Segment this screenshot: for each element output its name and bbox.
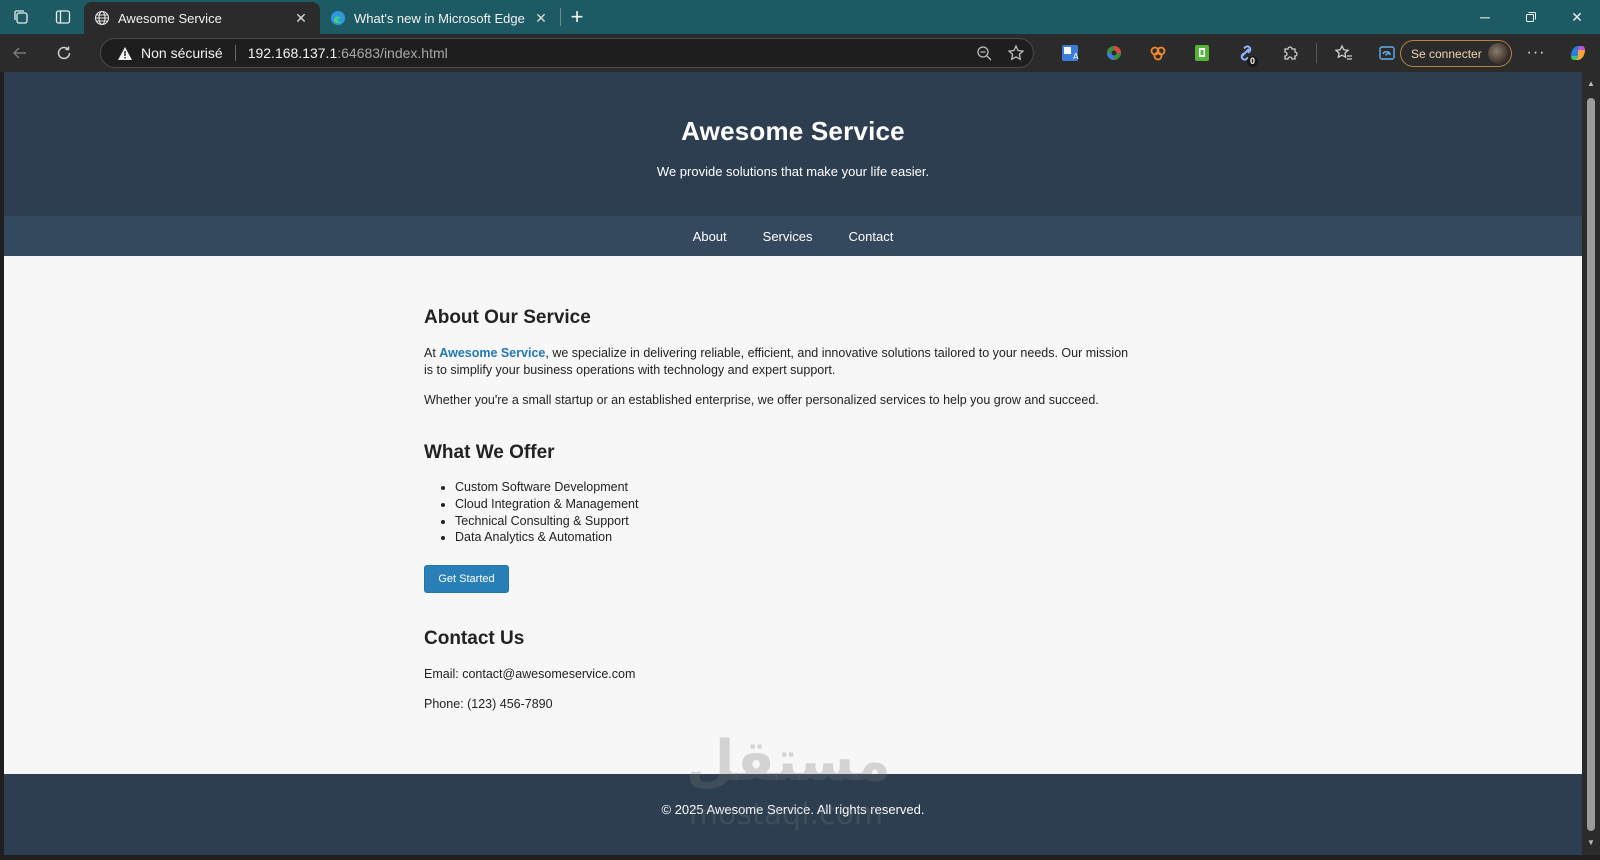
browser-toolbar: Non sécurisé 192.168.137.1:64683/index.h… — [0, 34, 1600, 72]
favorites-button[interactable] — [1321, 34, 1365, 72]
extension-badge: 0 — [1246, 56, 1258, 67]
close-icon: ✕ — [1571, 8, 1583, 25]
page-viewport: Awesome Service We provide solutions tha… — [4, 72, 1582, 855]
about-text-prefix: At — [424, 346, 440, 360]
favorite-star-icon[interactable] — [1007, 44, 1025, 62]
minimize-button[interactable]: ─ — [1462, 0, 1508, 34]
translate-icon: A — [1062, 45, 1079, 61]
vertical-tabs-button[interactable] — [42, 0, 84, 34]
tab-whats-new-edge[interactable]: What's new in Microsoft Edge ✕ — [320, 2, 560, 34]
new-tab-button[interactable]: + — [561, 1, 593, 33]
extensions-button[interactable] — [1268, 34, 1312, 72]
close-window-button[interactable]: ✕ — [1554, 0, 1600, 34]
list-item: Data Analytics & Automation — [455, 529, 638, 546]
site-header: Awesome Service We provide solutions tha… — [4, 72, 1582, 216]
scroll-up-icon[interactable]: ▲ — [1586, 78, 1596, 88]
copilot-icon — [1571, 46, 1585, 60]
list-item: Technical Consulting & Support — [455, 513, 638, 530]
back-arrow-icon — [12, 47, 26, 59]
nav-link-contact[interactable]: Contact — [849, 229, 894, 244]
link-extension[interactable]: 0 — [1224, 34, 1268, 72]
tab-strip: Awesome Service ✕ What's new in Microsof… — [0, 0, 1600, 34]
footer-text: © 2025 Awesome Service. All rights reser… — [661, 802, 925, 817]
back-button[interactable] — [0, 34, 40, 72]
workspaces-icon — [14, 10, 28, 24]
address-separator — [234, 45, 236, 61]
extensions-puzzle-icon — [1284, 46, 1298, 60]
edge-collections-icon — [1379, 46, 1395, 60]
extensions-row: A 0 — [1048, 34, 1409, 72]
avatar — [1488, 43, 1509, 64]
close-tab-icon[interactable]: ✕ — [292, 9, 310, 27]
contact-phone: Phone: (123) 456-7890 — [424, 697, 553, 711]
more-icon: ··· — [1526, 44, 1546, 61]
plus-icon: + — [570, 4, 584, 29]
green-extension[interactable] — [1180, 34, 1224, 72]
window-controls: ─ ✕ — [1462, 0, 1600, 34]
workspaces-button[interactable] — [0, 0, 42, 34]
orange-extension[interactable] — [1136, 34, 1180, 72]
scroll-thumb[interactable] — [1587, 98, 1595, 831]
close-tab-icon[interactable]: ✕ — [532, 9, 550, 27]
minimize-icon: ─ — [1480, 9, 1490, 25]
tab-actions-icon — [55, 10, 71, 24]
security-label[interactable]: Non sécurisé — [141, 45, 223, 61]
site-nav: About Services Contact — [4, 216, 1582, 256]
sign-in-label: Se connecter — [1411, 46, 1482, 61]
edge-logo-icon — [331, 11, 345, 25]
scroll-down-icon[interactable]: ▼ — [1586, 837, 1596, 847]
tab-title: Awesome Service — [118, 10, 222, 26]
list-item: Custom Software Development — [455, 479, 638, 496]
refresh-button[interactable] — [44, 34, 84, 72]
zoom-out-icon[interactable] — [976, 45, 993, 62]
translate-extension[interactable]: A — [1048, 34, 1092, 72]
nav-link-services[interactable]: Services — [763, 229, 813, 244]
contact-email: Email: contact@awesomeservice.com — [424, 667, 636, 681]
address-bar-icons — [976, 39, 1025, 67]
services-list: Custom Software Development Cloud Integr… — [455, 479, 638, 546]
url-path: :64683/index.html — [337, 45, 448, 61]
settings-more-button[interactable]: ··· — [1520, 34, 1552, 72]
get-started-button[interactable]: Get Started — [424, 565, 509, 593]
restore-icon — [1526, 12, 1536, 22]
restore-button[interactable] — [1508, 0, 1554, 34]
about-heading: About Our Service — [424, 307, 591, 328]
tab-title: What's new in Microsoft Edge — [354, 10, 525, 26]
sign-in-button[interactable]: Se connecter — [1400, 40, 1512, 67]
colorful-extension[interactable] — [1092, 34, 1136, 72]
services-heading: What We Offer — [424, 442, 555, 463]
copilot-button[interactable] — [1560, 34, 1596, 72]
site-footer: © 2025 Awesome Service. All rights reser… — [4, 774, 1582, 855]
list-item: Cloud Integration & Management — [455, 496, 638, 513]
vertical-scrollbar[interactable]: ▲ ▼ — [1582, 72, 1600, 855]
palette-icon — [1107, 46, 1121, 60]
tab-awesome-service[interactable]: Awesome Service ✕ — [84, 2, 320, 34]
warning-icon[interactable] — [117, 46, 133, 61]
contact-heading: Contact Us — [424, 628, 525, 649]
favorites-list-icon — [1334, 44, 1352, 60]
about-paragraph-1: At Awesome Service, we specialize in del… — [424, 345, 1136, 378]
url-host: 192.168.137.1 — [247, 45, 338, 61]
puzzle-piece-icon — [1150, 46, 1166, 61]
refresh-icon — [57, 46, 71, 60]
about-paragraph-2: Whether you're a small startup or an est… — [424, 393, 1099, 407]
address-bar[interactable]: Non sécurisé 192.168.137.1:64683/index.h… — [100, 38, 1034, 68]
toolbar-separator — [1316, 43, 1317, 63]
site-tagline: We provide solutions that make your life… — [656, 164, 930, 179]
svg-text:A: A — [1073, 52, 1079, 61]
globe-icon — [94, 10, 110, 26]
site-title: Awesome Service — [681, 116, 905, 146]
document-icon — [1195, 45, 1209, 61]
brand-name: Awesome Service — [439, 346, 546, 360]
nav-link-about[interactable]: About — [693, 229, 727, 244]
